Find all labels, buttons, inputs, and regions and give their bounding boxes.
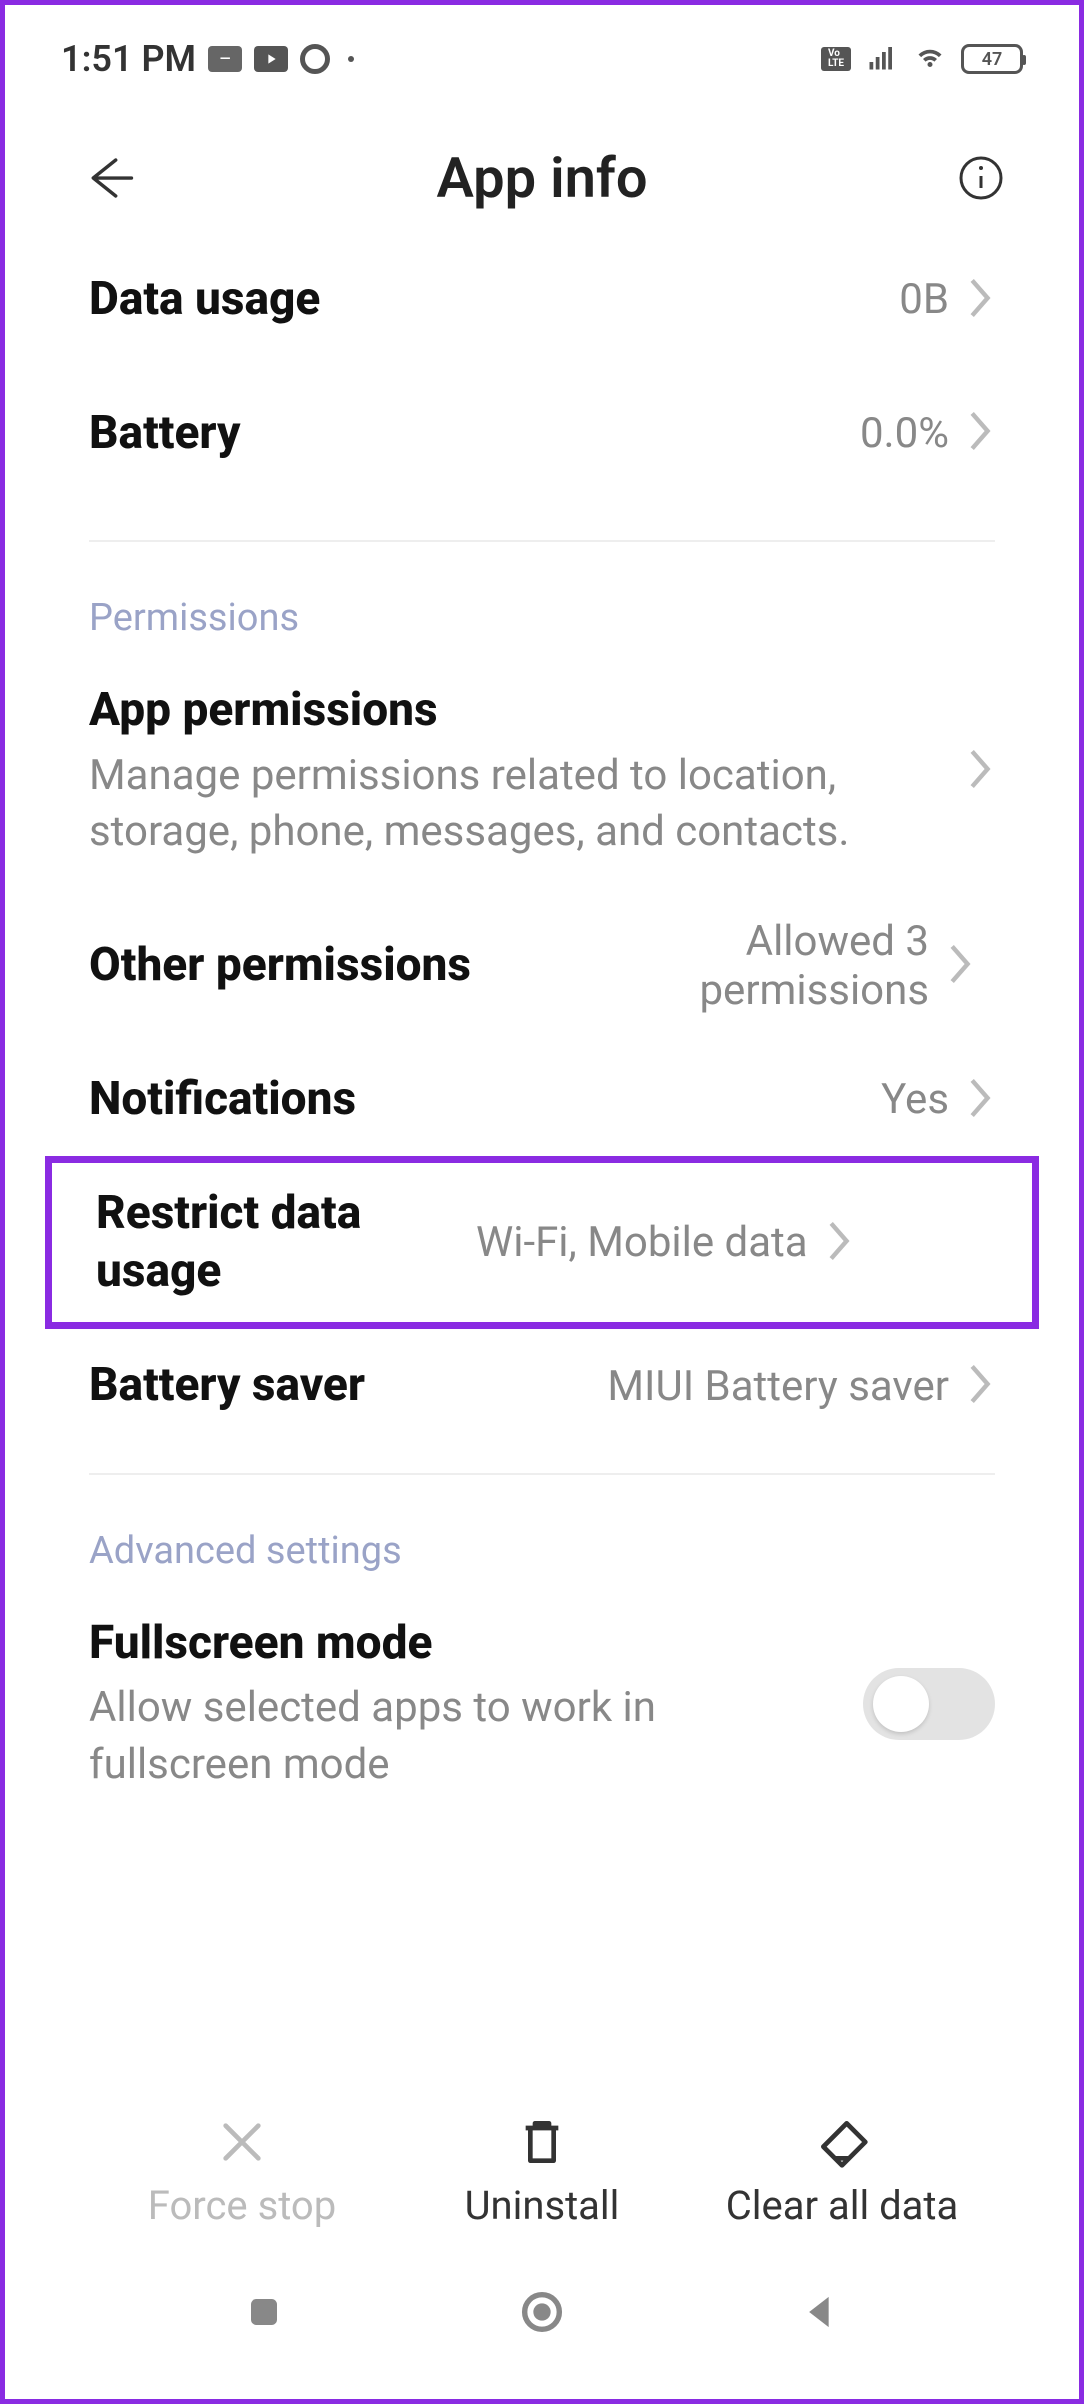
chevron-right-icon [967,1362,995,1410]
action-bar: Force stop Uninstall Clear all data [5,2114,1079,2229]
eraser-icon [814,2114,870,2170]
clear-data-button[interactable]: Clear all data [712,2114,972,2229]
fullscreen-toggle[interactable] [863,1668,995,1740]
row-subtitle: Manage permissions related to location, … [89,748,869,861]
row-title: Other permissions [89,937,509,995]
system-nav-bar [5,2259,1079,2369]
row-value: 0B [899,275,949,324]
force-stop-button[interactable]: Force stop [112,2114,372,2229]
row-value: Allowed 3 permissions [509,917,929,1015]
chevron-right-icon [947,942,975,990]
youtube-icon [254,46,288,72]
row-title: Data usage [89,271,899,329]
row-title: App permissions [89,682,967,740]
row-fullscreen-mode[interactable]: Fullscreen mode Allow selected apps to w… [5,1587,1079,1822]
row-value: Wi-Fi, Mobile data [476,1218,808,1267]
row-title: Fullscreen mode [89,1615,843,1673]
row-app-permissions[interactable]: App permissions Manage permissions relat… [5,654,1079,889]
row-title: Battery saver [89,1357,607,1415]
page-title: App info [5,145,1079,211]
row-title: Restrict data usage [96,1185,476,1300]
chevron-right-icon [967,409,995,457]
status-left: 1:51 PM — [61,38,354,80]
volte-icon: VoLTE [821,47,851,71]
status-time: 1:51 PM [61,38,196,80]
status-bar: 1:51 PM — VoLTE 47 [5,5,1079,113]
info-button[interactable] [953,150,1009,206]
row-value: MIUI Battery saver [607,1362,949,1411]
chevron-right-icon [967,1076,995,1124]
row-data-usage[interactable]: Data usage 0B [5,243,1079,357]
divider [89,540,995,542]
header: App info [5,113,1079,243]
nav-recents-button[interactable] [238,2286,290,2342]
row-restrict-data-usage[interactable]: Restrict data usage Wi-Fi, Mobile data [45,1156,1039,1329]
notification-app-icon: — [208,46,242,72]
notification-dot-icon [348,56,354,62]
row-value: Yes [881,1075,949,1124]
chevron-right-icon [826,1219,854,1267]
row-subtitle: Allow selected apps to work in fullscree… [89,1680,843,1793]
action-label: Uninstall [465,2182,620,2229]
back-button[interactable] [75,144,143,212]
nav-back-button[interactable] [794,2286,846,2342]
content-scroll[interactable]: Data usage 0B Battery 0.0% Permissions A… [5,243,1079,2399]
row-battery-saver[interactable]: Battery saver MIUI Battery saver [5,1329,1079,1443]
device-frame: 1:51 PM — VoLTE 47 App info [0,0,1084,2404]
action-label: Force stop [148,2182,336,2229]
nav-home-button[interactable] [516,2286,568,2342]
section-permissions: Permissions [5,572,1079,654]
trash-icon [514,2114,570,2170]
divider [89,1473,995,1475]
row-value: 0.0% [860,409,949,458]
battery-level-text: 47 [982,49,1003,70]
chevron-right-icon [967,747,995,795]
uninstall-button[interactable]: Uninstall [412,2114,672,2229]
section-advanced: Advanced settings [5,1505,1079,1587]
wifi-icon [913,42,947,76]
row-notifications[interactable]: Notifications Yes [5,1043,1079,1157]
chevron-right-icon [967,276,995,324]
row-other-permissions[interactable]: Other permissions Allowed 3 permissions [5,889,1079,1043]
close-icon [214,2114,270,2170]
row-battery[interactable]: Battery 0.0% [5,357,1079,511]
notification-circle-icon [300,44,330,74]
status-right: VoLTE 47 [821,42,1023,76]
battery-icon: 47 [961,44,1023,74]
toggle-knob [873,1676,929,1732]
cellular-signal-icon [865,42,899,76]
row-title: Notifications [89,1071,881,1129]
row-title: Battery [89,405,860,463]
action-label: Clear all data [726,2182,959,2229]
